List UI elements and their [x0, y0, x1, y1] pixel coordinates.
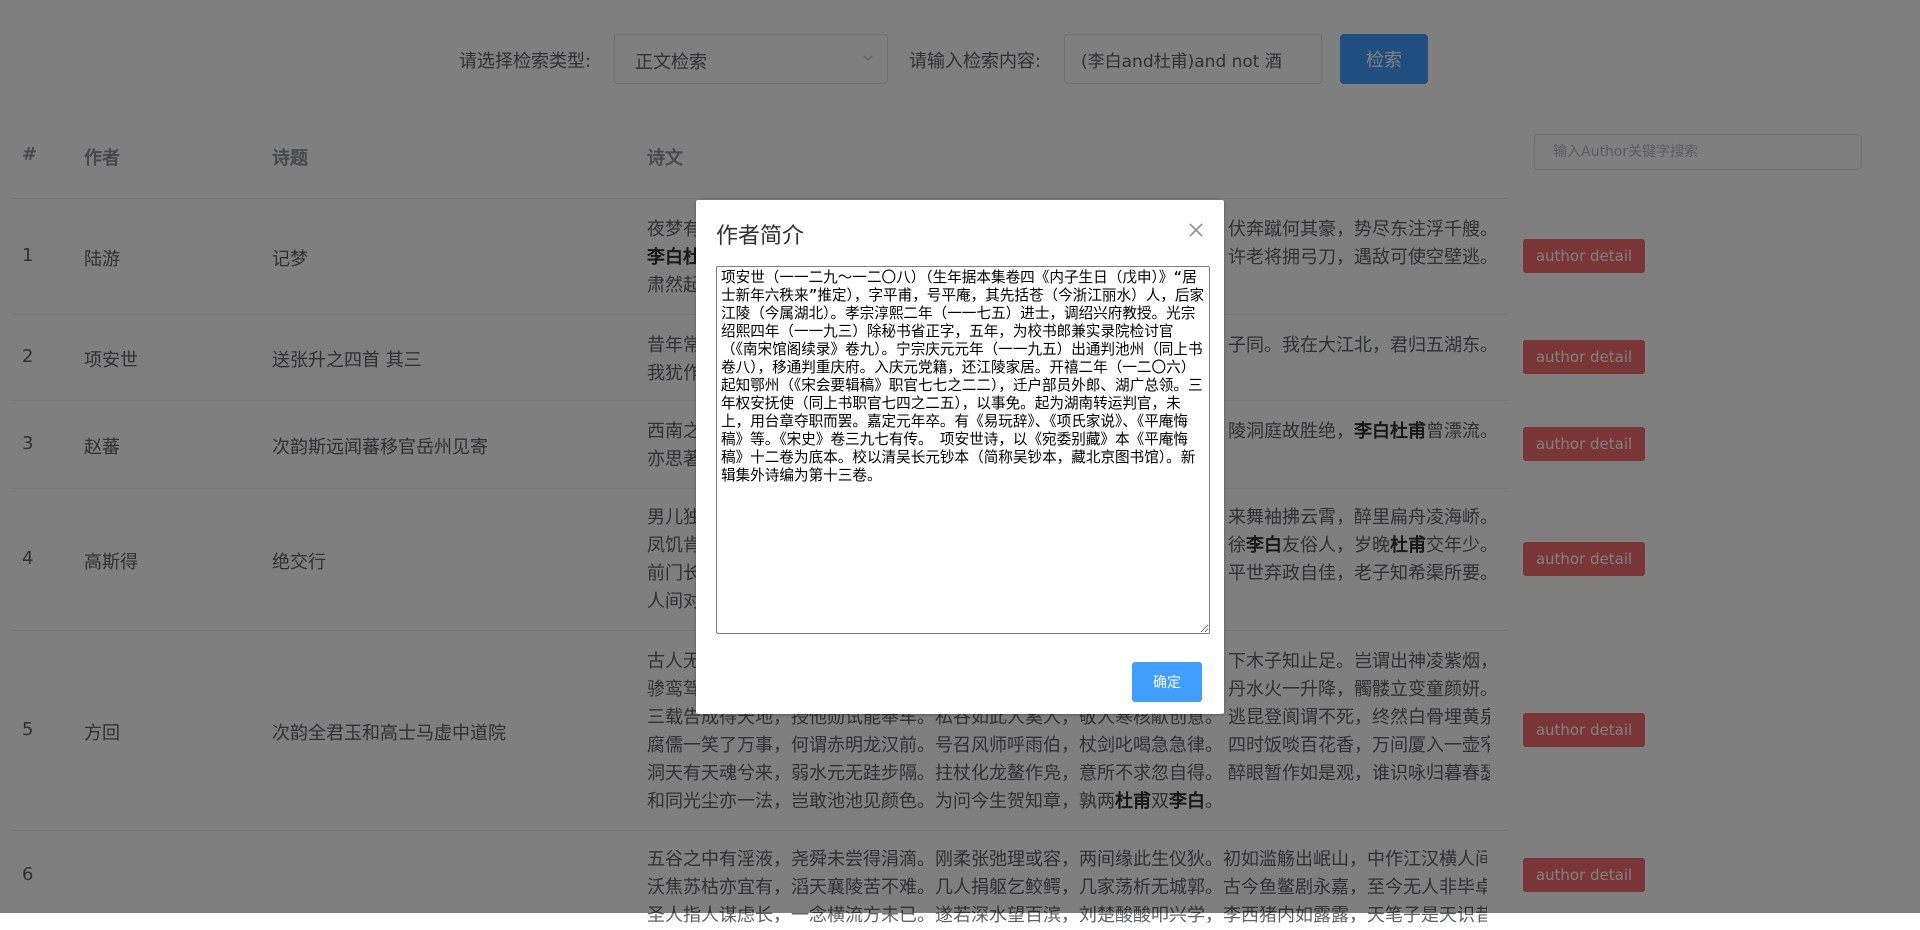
close-icon[interactable] [1184, 218, 1208, 242]
author-dialog: 作者简介 项安世（一一二九～一二〇八）（生年据本集卷四《内子生日（戊申）》“居士… [696, 200, 1224, 714]
confirm-button[interactable]: 确定 [1132, 662, 1202, 702]
dialog-title: 作者简介 [716, 224, 805, 249]
author-bio-textarea[interactable]: 项安世（一一二九～一二〇八）（生年据本集卷四《内子生日（戊申）》“居士新年六秩来… [716, 266, 1210, 634]
